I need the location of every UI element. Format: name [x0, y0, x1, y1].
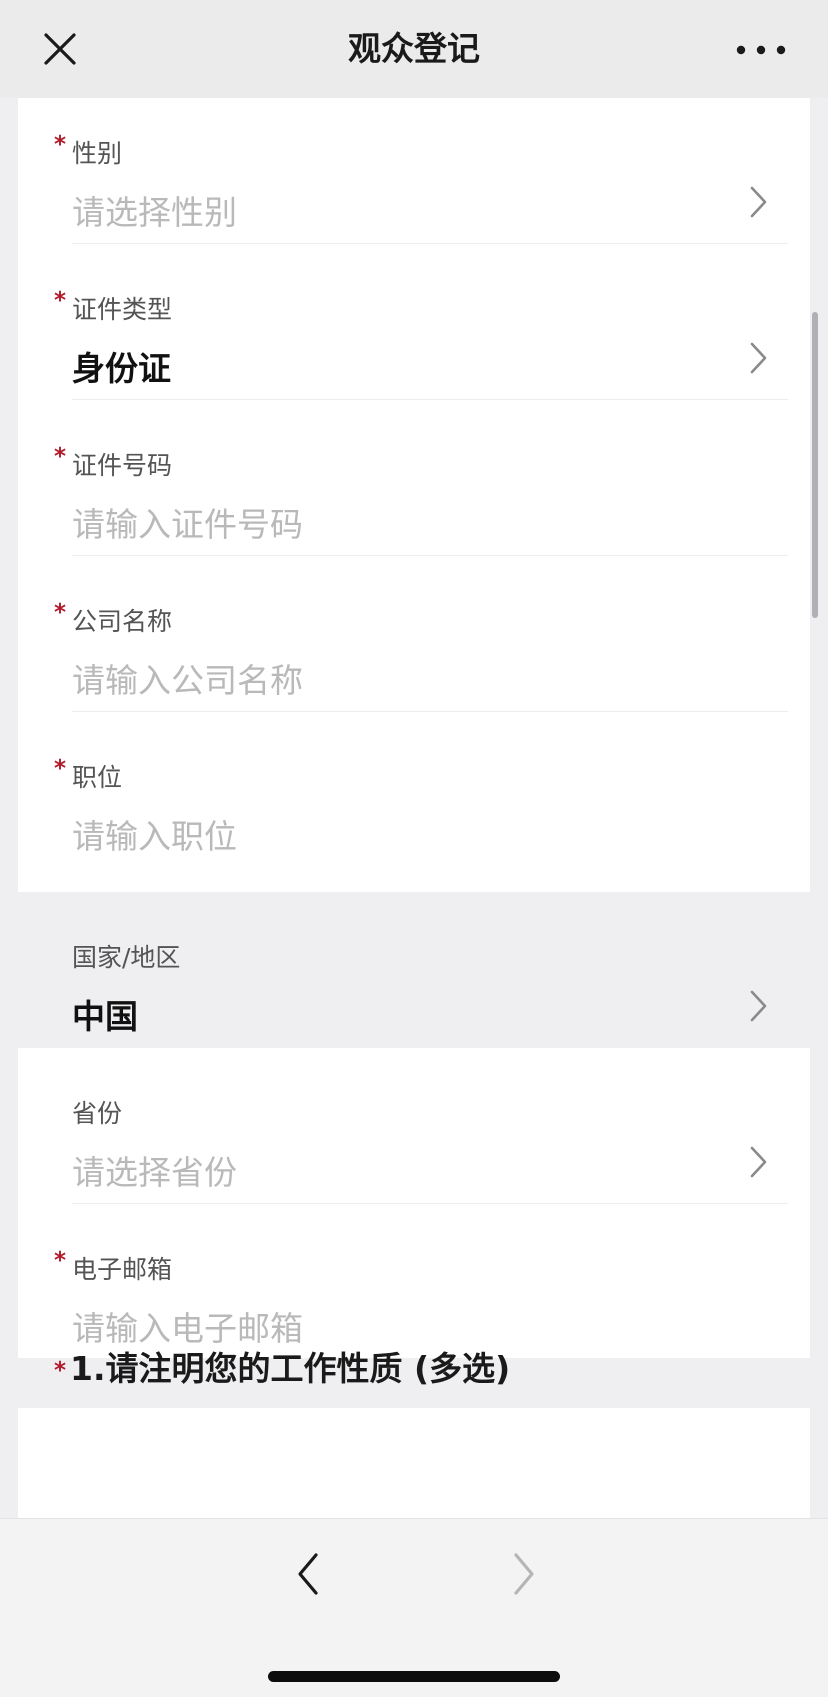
field-label: 性别	[72, 139, 123, 168]
required-mark: *	[54, 600, 67, 626]
country-select[interactable]: 中国	[72, 990, 138, 1038]
chevron-right-icon	[750, 990, 767, 1022]
required-mark: *	[54, 1357, 67, 1384]
field-label: 证件号码	[72, 451, 173, 480]
position-input[interactable]: 请输入职位	[72, 810, 237, 858]
required-mark: *	[54, 288, 67, 314]
field-label: 职位	[72, 763, 123, 792]
navigation-bar: 观众登记	[0, 0, 828, 98]
chevron-right-icon	[750, 186, 767, 218]
province-select[interactable]: 请选择省份	[72, 1146, 237, 1194]
field-label: 国家/地区	[72, 943, 181, 972]
id-number-field[interactable]: * 证件号码 请输入证件号码	[54, 400, 788, 556]
gender-field[interactable]: * 性别 请选择性别	[54, 98, 788, 244]
form-scroll-area[interactable]: * 性别 请选择性别 * 证件类型 身份证 * 证件号码 请输入证件号码 * 公…	[0, 98, 828, 1518]
country-section: 国家/地区 中国	[18, 892, 810, 1048]
home-indicator	[268, 1671, 560, 1682]
form-card: * 性别 请选择性别 * 证件类型 身份证 * 证件号码 请输入证件号码 * 公…	[18, 98, 810, 892]
question-card	[18, 1408, 810, 1518]
country-field[interactable]: 国家/地区 中国	[54, 892, 788, 1048]
question-text: 1.请注明您的工作性质 (多选)	[70, 1349, 511, 1388]
scrollbar[interactable]	[812, 312, 818, 618]
bottom-toolbar	[0, 1518, 828, 1697]
form-card: 省份 请选择省份 * 电子邮箱 请输入电子邮箱	[18, 1048, 810, 1358]
email-field[interactable]: * 电子邮箱 请输入电子邮箱	[54, 1204, 788, 1360]
chevron-right-icon	[750, 1146, 767, 1178]
chevron-left-icon[interactable]	[290, 1549, 326, 1599]
id-type-select[interactable]: 身份证	[72, 342, 171, 390]
company-input[interactable]: 请输入公司名称	[72, 654, 303, 702]
chevron-right-icon	[750, 342, 767, 374]
chevron-right-icon[interactable]	[506, 1549, 542, 1599]
company-field[interactable]: * 公司名称 请输入公司名称	[54, 556, 788, 712]
required-mark: *	[54, 132, 67, 158]
more-icon[interactable]	[730, 35, 792, 65]
id-type-field[interactable]: * 证件类型 身份证	[54, 244, 788, 400]
question-title: * 1.请注明您的工作性质 (多选)	[54, 1342, 510, 1390]
position-field[interactable]: * 职位 请输入职位	[54, 712, 788, 868]
gender-select[interactable]: 请选择性别	[72, 186, 237, 234]
required-mark: *	[54, 756, 67, 782]
field-label: 电子邮箱	[72, 1255, 173, 1284]
field-label: 省份	[72, 1099, 123, 1128]
required-mark: *	[54, 444, 67, 470]
page-title: 观众登记	[348, 29, 480, 68]
field-label: 证件类型	[72, 295, 173, 324]
province-field[interactable]: 省份 请选择省份	[54, 1048, 788, 1204]
id-number-input[interactable]: 请输入证件号码	[72, 498, 303, 546]
required-mark: *	[54, 1248, 67, 1274]
field-label: 公司名称	[72, 607, 173, 636]
